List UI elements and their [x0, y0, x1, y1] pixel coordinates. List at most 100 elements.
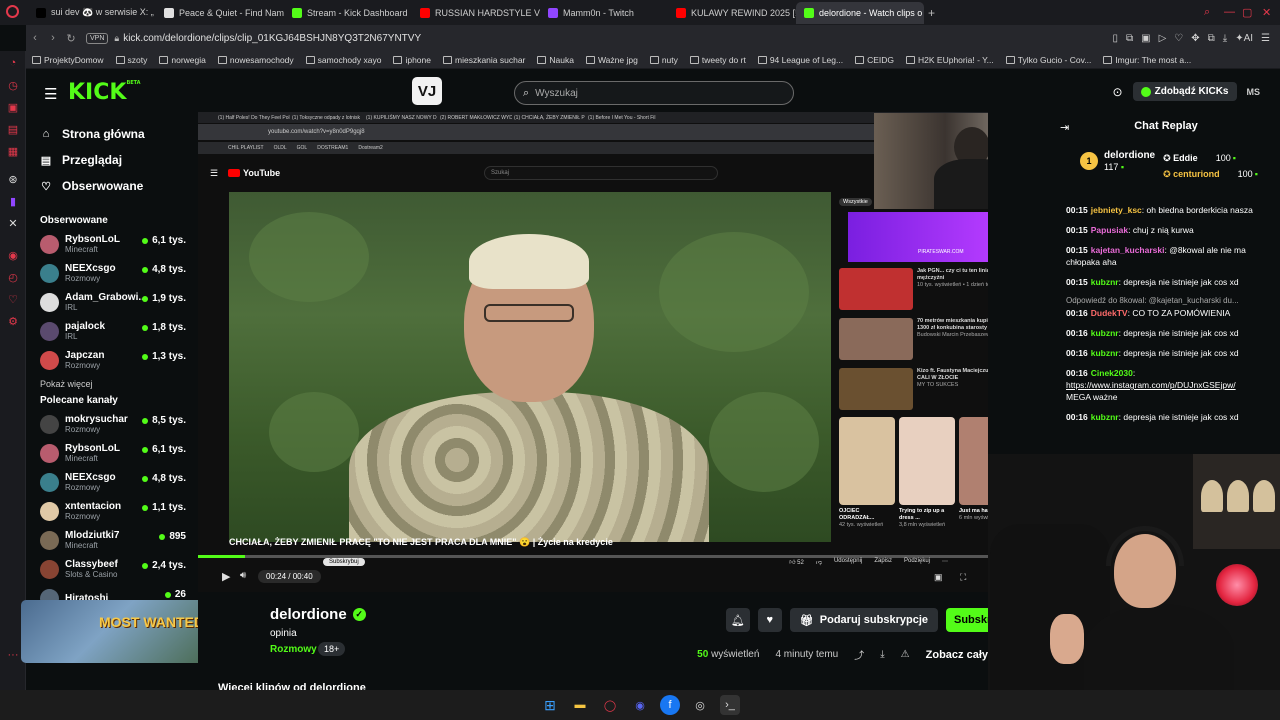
channel-item[interactable]: xntentacion Rozmowy 1,1 tys. — [26, 497, 196, 526]
bookmark-item[interactable]: Ważne jpg — [585, 55, 638, 65]
see-full-button[interactable]: Zobacz cały — [926, 649, 988, 661]
get-kicks-button[interactable]: Zdobądź KICKs — [1132, 82, 1237, 101]
bookmark-item[interactable]: 94 League of Leg... — [757, 55, 843, 65]
channel-item[interactable]: mokrysuchar Rozmowy 8,5 tys. — [26, 410, 196, 439]
windows-icon[interactable]: ⊞ — [540, 695, 560, 715]
download-icon[interactable]: ⤓ — [1223, 33, 1227, 44]
bookmark-item[interactable]: tweety do rt — [689, 55, 746, 65]
nav-heart[interactable]: ♡ Obserwowane — [26, 173, 196, 199]
notifications-button[interactable]: 🔔︎ — [725, 608, 750, 632]
nav-browse[interactable]: ▤ Przeglądaj — [26, 147, 196, 173]
chat-username[interactable]: DudekTV — [1091, 308, 1128, 318]
bookmark-item[interactable]: samochody xayo — [305, 55, 381, 65]
url-field[interactable]: kick.com/delordione/clips/clip_01KGJ64BS… — [123, 33, 1112, 44]
leaderboard-entry[interactable]: ✪ Eddie 100 ▪ — [1163, 150, 1258, 166]
browser-tab[interactable]: sui dev 🐼 w serwisie X: „ — [28, 2, 156, 24]
browser-tab[interactable]: Peace & Quiet - Find Nam — [156, 2, 284, 24]
chat-username[interactable]: kubznr — [1091, 412, 1119, 422]
chat-username[interactable]: kajetan_kucharski — [1091, 245, 1165, 255]
vpn-badge[interactable]: VPN — [86, 32, 109, 44]
user-avatar[interactable]: MS — [1247, 87, 1261, 97]
channel-item[interactable]: pajalock IRL 1,8 tys. — [26, 317, 196, 346]
browser-tab[interactable]: Stream - Kick Dashboard — [284, 2, 412, 24]
more-icon[interactable]: ··· — [5, 647, 21, 663]
menu-icon[interactable]: ☰ — [1261, 33, 1270, 44]
gear-icon[interactable]: ⚙ — [5, 313, 21, 329]
terminal-icon[interactable]: ›_ — [720, 695, 740, 715]
extension-button[interactable]: VJ — [412, 77, 442, 105]
extensions-icon[interactable]: ⊛ — [5, 171, 21, 187]
browser-tab[interactable]: Mamm0n - Twitch — [540, 2, 668, 24]
leader-name[interactable]: delordione — [1104, 150, 1155, 162]
chat-username[interactable]: kubznr — [1091, 277, 1119, 287]
bookmark-icon[interactable]: ▯ — [1112, 33, 1118, 44]
clip-category[interactable]: Rozmowy — [270, 644, 317, 655]
bookmark-item[interactable]: CEIDG — [855, 55, 894, 65]
bookmark-item[interactable]: szoty — [115, 55, 147, 65]
kick-logo[interactable]: KICKBETA — [68, 80, 141, 105]
heart-icon[interactable]: ♡ — [1174, 33, 1183, 44]
history-icon[interactable]: ◷ — [5, 77, 21, 93]
folder-icon[interactable]: ▬ — [570, 695, 590, 715]
opera-icon[interactable]: ◯ — [600, 695, 620, 715]
messenger-icon[interactable]: ◔ — [5, 55, 21, 71]
reload-icon[interactable]: ↻ — [62, 32, 80, 45]
channel-item[interactable]: RybsonLoL Minecraft 6,1 tys. — [26, 230, 196, 259]
twitch-icon[interactable]: ▮ — [5, 193, 21, 209]
chat-username[interactable]: Cinek2030 — [1091, 368, 1133, 378]
gift-subs-button[interactable]: 🎁︎ Podaruj subskrypcje — [789, 608, 938, 632]
screenshot-icon[interactable]: ▣ — [1141, 33, 1150, 44]
play-icon[interactable]: ▷ — [1159, 33, 1167, 44]
channel-item[interactable]: Mlodziutki7 Minecraft 895 — [26, 526, 196, 555]
browser-tab[interactable]: KULAWY REWIND 2025 [! — [668, 2, 796, 24]
wallet-icon[interactable]: ▣ — [5, 99, 21, 115]
chat-username[interactable]: jebniety_ksc — [1091, 205, 1142, 215]
browser-tab[interactable]: RUSSIAN HARDSTYLE VO — [412, 2, 540, 24]
bookmark-item[interactable]: Nauka — [537, 55, 574, 65]
search-input[interactable] — [535, 87, 776, 99]
bookmark-item[interactable]: nowesamochody — [217, 55, 294, 65]
play-icon[interactable]: ▶ — [222, 570, 230, 583]
obs-icon[interactable]: ◎ — [690, 695, 710, 715]
clip-video-player[interactable]: (1) Half Poles! Do They Feel Pol (1) Toks… — [198, 112, 988, 592]
channel-item[interactable]: Japczan Rozmowy 1,3 tys. — [26, 346, 196, 375]
chat-username[interactable]: kubznr — [1091, 348, 1119, 358]
snapshot-icon[interactable]: ⧉ — [1126, 33, 1133, 44]
bookmark-item[interactable]: H2K EUphoria! - Y... — [906, 55, 994, 65]
show-more-link[interactable]: Pokaż więcej — [26, 379, 196, 389]
aria-ai-icon[interactable]: ✦AI — [1235, 33, 1253, 44]
minimize-icon[interactable]: — — [1224, 6, 1235, 18]
channel-item[interactable]: Adam_Grabowi... IRL 1,9 tys. — [26, 288, 196, 317]
subscribe-button[interactable]: Subskrybuj — [946, 608, 988, 632]
maximize-icon[interactable]: ▢ — [1242, 6, 1252, 19]
bookmark-item[interactable]: Imgur: The most a... — [1103, 55, 1191, 65]
player-icon[interactable]: ▦ — [5, 143, 21, 159]
x-icon[interactable]: ✕ — [5, 215, 21, 231]
miniplayer-icon[interactable]: ▣ — [934, 572, 943, 583]
volume-icon[interactable]: 🔊︎ — [240, 570, 246, 581]
bookmark-item[interactable]: norwegia — [159, 55, 206, 65]
bookmark-item[interactable]: Tylko Gucio - Cov... — [1005, 55, 1091, 65]
search-tabs-icon[interactable]: ⌕ — [1204, 6, 1210, 19]
chat-username[interactable]: Papusiak — [1091, 225, 1128, 235]
hamburger-menu-icon[interactable]: ☰ — [44, 85, 57, 103]
bookmark-item[interactable]: ProjektyDomow — [32, 55, 104, 65]
channel-item[interactable]: Classybeef Slots & Casino 2,4 tys. — [26, 555, 196, 584]
nav-home[interactable]: ⌂ Strona główna — [26, 121, 196, 147]
bookmark-item[interactable]: nuty — [649, 55, 678, 65]
forward-icon[interactable]: › — [44, 32, 62, 44]
copy-icon[interactable]: ⧉ — [1208, 33, 1215, 44]
close-icon[interactable]: ✕ — [1262, 6, 1271, 19]
leaderboard-entry[interactable]: ✪ centuriond 100 ▪ — [1163, 166, 1258, 182]
browser-tab[interactable]: delordione - Watch clips o — [796, 1, 924, 24]
share-icon[interactable]: ⤴ — [854, 647, 864, 662]
channel-item[interactable]: NEEXcsgo Rozmowy 4,8 tys. — [26, 259, 196, 288]
report-icon[interactable]: ⚠ — [901, 649, 910, 660]
streamer-name[interactable]: delordione ✓ — [270, 606, 366, 623]
fullscreen-icon[interactable]: ⛶ — [960, 572, 966, 583]
new-tab-button[interactable]: + — [928, 6, 935, 20]
follow-button[interactable]: ♥ — [757, 608, 782, 632]
channel-item[interactable]: RybsonLoL Minecraft 6,1 tys. — [26, 439, 196, 468]
chat-username[interactable]: kubznr — [1091, 328, 1119, 338]
pinboard-icon[interactable]: ▤ — [5, 121, 21, 137]
